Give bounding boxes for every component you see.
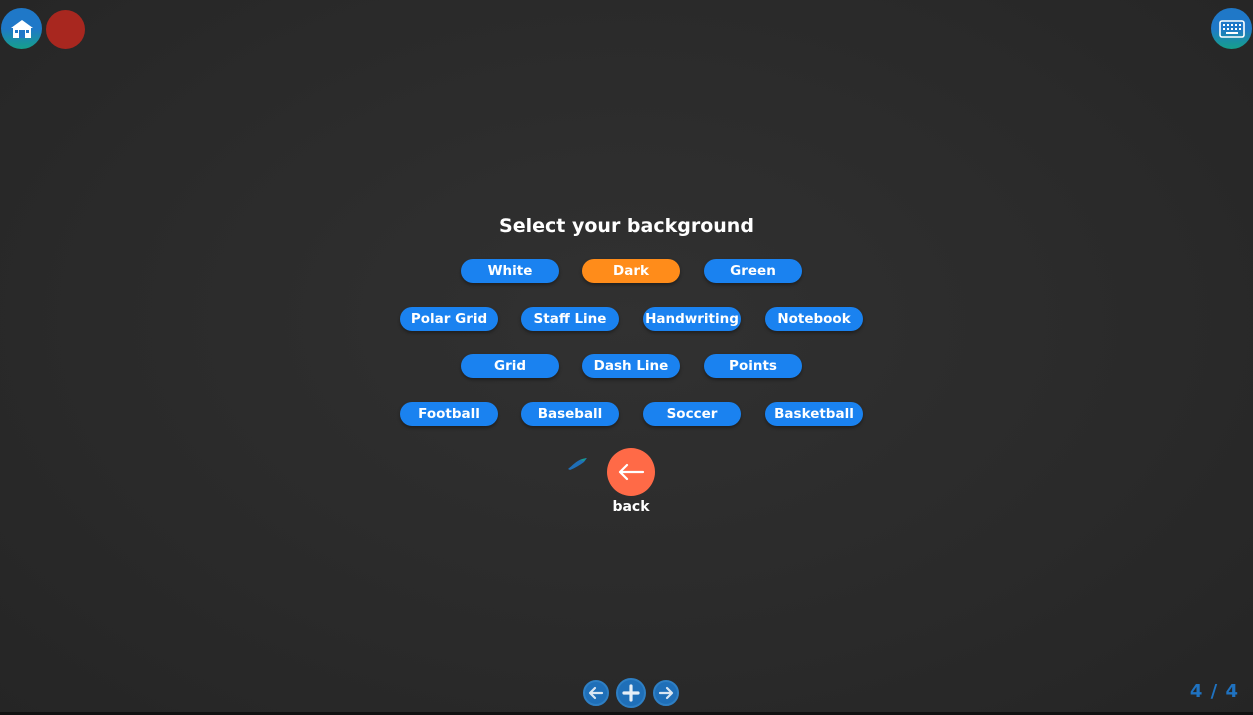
back-label: back xyxy=(612,499,650,515)
back-button[interactable] xyxy=(607,448,655,496)
option-notebook[interactable]: Notebook xyxy=(765,307,863,331)
next-page-button[interactable] xyxy=(653,680,679,706)
option-dark[interactable]: Dark xyxy=(582,259,680,283)
option-soccer[interactable]: Soccer xyxy=(643,402,741,426)
home-button[interactable] xyxy=(1,8,42,49)
home-icon xyxy=(10,19,33,38)
keyboard-icon xyxy=(1218,19,1245,38)
option-football[interactable]: Football xyxy=(400,402,498,426)
add-page-button[interactable] xyxy=(616,678,646,708)
keyboard-button[interactable] xyxy=(1211,8,1252,49)
option-grid[interactable]: Grid xyxy=(461,354,559,378)
page-title: Select your background xyxy=(499,215,754,237)
page-counter: 4 / 4 xyxy=(1189,681,1239,702)
background-selector-screen: Select your background White Dark Green … xyxy=(0,0,1253,715)
brush-icon xyxy=(568,458,587,470)
option-white[interactable]: White xyxy=(461,259,559,283)
arrow-right-circle-icon xyxy=(658,686,674,700)
plus-icon xyxy=(622,684,640,702)
option-dash-line[interactable]: Dash Line xyxy=(582,354,680,378)
option-baseball[interactable]: Baseball xyxy=(521,402,619,426)
option-green[interactable]: Green xyxy=(704,259,802,283)
option-basketball[interactable]: Basketball xyxy=(765,402,863,426)
option-points[interactable]: Points xyxy=(704,354,802,378)
option-polar-grid[interactable]: Polar Grid xyxy=(400,307,498,331)
record-button[interactable] xyxy=(46,10,85,49)
arrow-left-icon xyxy=(618,463,645,481)
option-handwriting[interactable]: Handwriting xyxy=(643,307,741,331)
arrow-left-circle-icon xyxy=(588,686,604,700)
option-staff-line[interactable]: Staff Line xyxy=(521,307,619,331)
previous-page-button[interactable] xyxy=(583,680,609,706)
